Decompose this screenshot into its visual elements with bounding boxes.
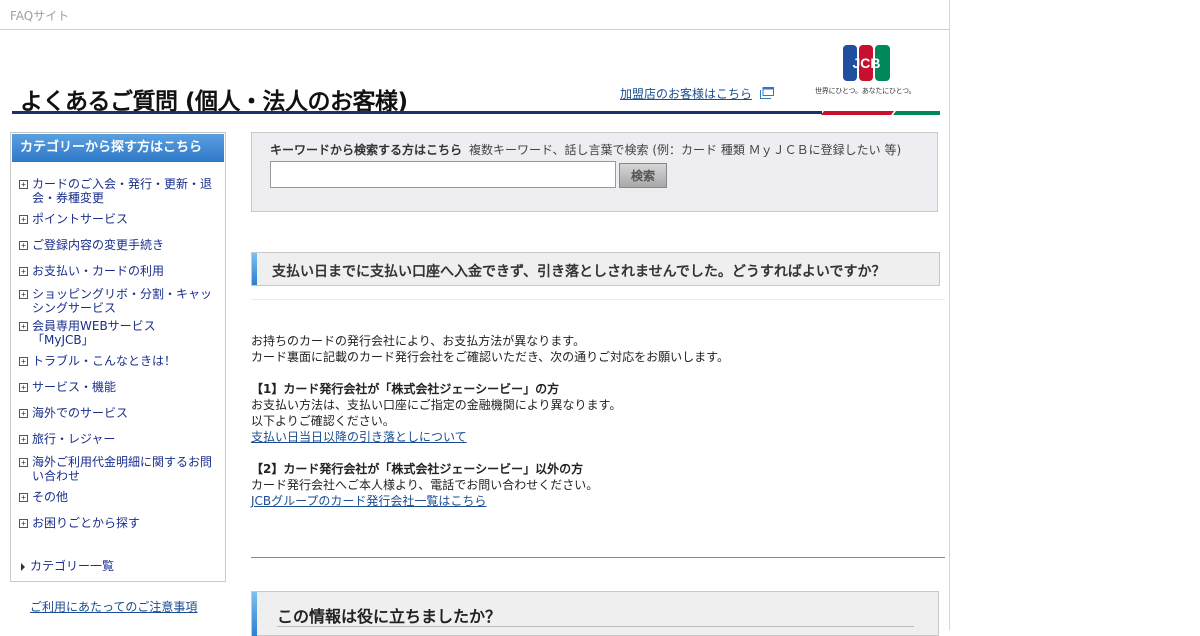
expand-icon[interactable]: + bbox=[19, 241, 28, 250]
feedback-divider bbox=[277, 626, 914, 627]
divider bbox=[251, 299, 945, 300]
case2-title: 【2】カード発行会社が「株式会社ジェーシービー」以外の方 bbox=[251, 462, 584, 476]
sidebar-item-myjcb[interactable]: + 会員専用WEBサービス「MyJCB」 bbox=[19, 319, 219, 347]
expand-icon[interactable]: + bbox=[19, 357, 28, 366]
external-window-icon[interactable] bbox=[760, 87, 774, 99]
sidebar-item-overseas-statement[interactable]: + 海外ご利用代金明細に関するお問い合わせ bbox=[19, 455, 219, 483]
jcb-logo-text: JCB bbox=[852, 55, 880, 71]
case1-line-1: お支払い方法は、支払い口座にご指定の金融機関により異なります。 bbox=[251, 398, 622, 412]
expand-icon[interactable]: + bbox=[19, 267, 28, 276]
feedback-heading: この情報は役に立ちましたか？ bbox=[277, 607, 502, 626]
sidebar-item-problem-search[interactable]: + お困りごとから探す bbox=[19, 516, 219, 530]
search-button[interactable]: 検索 bbox=[619, 163, 667, 188]
case1-link[interactable]: 支払い日当日以降の引き落としについて bbox=[251, 430, 467, 444]
sidebar-heading: カテゴリーから探す方はこちら bbox=[12, 134, 224, 162]
answer-body: お持ちのカードの発行会社により、お支払方法が異なります。 カード裏面に記載のカー… bbox=[251, 333, 941, 509]
expand-icon[interactable]: + bbox=[19, 409, 28, 418]
title-rule bbox=[12, 111, 940, 115]
expand-icon[interactable]: + bbox=[19, 458, 28, 467]
header: よくあるご質問 (個人・法人のお客様) 加盟店のお客様はこちら JCB 世界にひ… bbox=[0, 31, 950, 117]
sidebar-item-travel[interactable]: + 旅行・レジャー bbox=[19, 432, 219, 446]
expand-icon[interactable]: + bbox=[19, 290, 28, 299]
expand-icon[interactable]: + bbox=[19, 519, 28, 528]
case1-title: 【1】カード発行会社が「株式会社ジェーシービー」の方 bbox=[251, 382, 560, 396]
all-categories-link[interactable]: カテゴリー一覧 bbox=[21, 557, 114, 574]
answer-intro-2: カード裏面に記載のカード発行会社をご確認いただき、次の通りご対応をお願いします。 bbox=[251, 350, 729, 364]
question-text: 支払い日までに支払い口座へ入金できず、引き落としされませんでした。どうすればよい… bbox=[272, 264, 886, 280]
sidebar-item-card-membership[interactable]: + カードのご入会・発行・更新・退会・券種変更 bbox=[19, 177, 219, 205]
search-panel: キーワードから検索する方はこちら 複数キーワード、話し言葉で検索 (例：カード … bbox=[251, 132, 938, 212]
site-label: FAQサイト bbox=[10, 9, 70, 23]
expand-icon[interactable]: + bbox=[19, 493, 28, 502]
sidebar-item-registration-change[interactable]: + ご登録内容の変更手続き bbox=[19, 238, 219, 252]
expand-icon[interactable]: + bbox=[19, 383, 28, 392]
feedback-accent-bar bbox=[252, 592, 257, 636]
usage-notice-link[interactable]: ご利用にあたってのご注意事項 bbox=[30, 598, 197, 615]
sidebar-item-points[interactable]: + ポイントサービス bbox=[19, 212, 219, 226]
sidebar-item-revolving-cashing[interactable]: + ショッピングリボ・分割・キャッシングサービス bbox=[19, 287, 219, 315]
page: FAQサイト よくあるご質問 (個人・法人のお客様) 加盟店のお客様はこちら J… bbox=[0, 0, 950, 636]
jcb-logo[interactable]: JCB bbox=[843, 45, 890, 81]
sidebar-item-services[interactable]: + サービス・機能 bbox=[19, 380, 219, 394]
merchant-link[interactable]: 加盟店のお客様はこちら bbox=[620, 85, 752, 102]
expand-icon[interactable]: + bbox=[19, 180, 28, 189]
search-label: キーワードから検索する方はこちら bbox=[270, 143, 463, 157]
answer-intro-1: お持ちのカードの発行会社により、お支払方法が異なります。 bbox=[251, 334, 586, 348]
top-bar: FAQサイト bbox=[0, 0, 949, 30]
triangle-right-icon bbox=[21, 562, 25, 571]
expand-icon[interactable]: + bbox=[19, 322, 28, 331]
sidebar-item-trouble[interactable]: + トラブル・こんなときは！ bbox=[19, 354, 219, 368]
sidebar-item-overseas[interactable]: + 海外でのサービス bbox=[19, 406, 219, 420]
case2-link[interactable]: JCBグループのカード発行会社一覧はこちら bbox=[251, 494, 486, 508]
search-hint: 複数キーワード、話し言葉で検索 (例：カード 種類 ＭｙＪＣＢに登録したい 等) bbox=[469, 143, 902, 157]
feedback-panel: この情報は役に立ちましたか？ bbox=[251, 591, 939, 636]
category-sidebar: カテゴリーから探す方はこちら + カードのご入会・発行・更新・退会・券種変更 + ポ… bbox=[10, 132, 226, 582]
search-input[interactable] bbox=[270, 161, 616, 188]
case2-line-1: カード発行会社へご本人様より、電話でお問い合わせください。 bbox=[251, 478, 599, 492]
case1-line-2: 以下よりご確認ください。 bbox=[251, 414, 395, 428]
sidebar-item-payment[interactable]: + お支払い・カードの利用 bbox=[19, 264, 219, 278]
jcb-tagline: 世界にひとつ。あなたにひとつ。 bbox=[815, 87, 916, 95]
expand-icon[interactable]: + bbox=[19, 215, 28, 224]
section-divider bbox=[251, 557, 945, 558]
question-heading: 支払い日までに支払い口座へ入金できず、引き落としされませんでした。どうすればよい… bbox=[251, 252, 940, 286]
question-accent-bar bbox=[252, 253, 257, 285]
sidebar-item-other[interactable]: + その他 bbox=[19, 490, 219, 504]
expand-icon[interactable]: + bbox=[19, 435, 28, 444]
